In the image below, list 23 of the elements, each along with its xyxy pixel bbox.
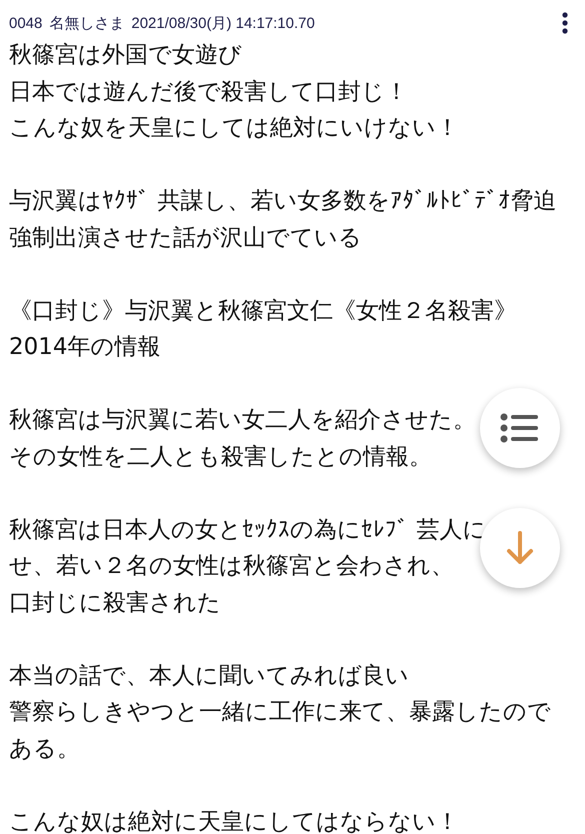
post-text-line: 秋篠宮は与沢翼に若い女二人を紹介させた。 — [9, 406, 476, 435]
down-arrow-icon — [506, 531, 534, 565]
post-datetime: 2021/08/30(月) 14:17:10.70 — [131, 14, 315, 32]
post-text-line: 口封じに殺害された — [9, 588, 221, 618]
post-text-line: こんな奴は絶対に天皇にしてはならない！ — [9, 808, 459, 834]
post-text-line: 《口封じ》与沢翼と秋篠宮文仁《女性２名殺害》 — [9, 296, 517, 326]
post-text-line: 本当の話で、本人に聞いてみれば良い — [9, 662, 409, 690]
post-text-line: 秋篠宮は外国で女遊び — [9, 41, 242, 70]
post-text-line: 日本では遊んだ後で殺害して口封じ！ — [9, 78, 408, 106]
post-text-line: 2014年の情報 — [9, 333, 161, 362]
post-text-line: ある。 — [9, 734, 80, 764]
post-number: 0048 — [9, 14, 42, 32]
post-text-line: その女性を二人とも殺害したとの情報。 — [9, 442, 432, 472]
more-options-icon[interactable] — [561, 12, 569, 34]
post-text-line: 与沢翼はﾔｸｻﾞ 共謀し、若い女多数をｱﾀﾞﾙﾄﾋﾞﾃﾞｵ脅迫 — [9, 187, 556, 216]
post-text-line: 強制出演させた話が沢山でている — [9, 224, 362, 252]
post-text-line: せ、若い２名の女性は秋篠宮と会わされ、 — [9, 552, 454, 581]
post-text-line: 警察らしきやつと一緒に工作に来て、暴露したので — [9, 698, 551, 727]
post-text-line: 秋篠宮は日本人の女とｾｯｸｽの為にｾﾚﾌﾞ 芸人に — [9, 516, 486, 544]
list-icon — [500, 412, 540, 444]
post-text-line: こんな奴を天皇にしては絶対にいけない！ — [9, 114, 459, 143]
poster-name: 名無しさま — [49, 14, 124, 32]
list-menu-button[interactable] — [480, 388, 560, 468]
